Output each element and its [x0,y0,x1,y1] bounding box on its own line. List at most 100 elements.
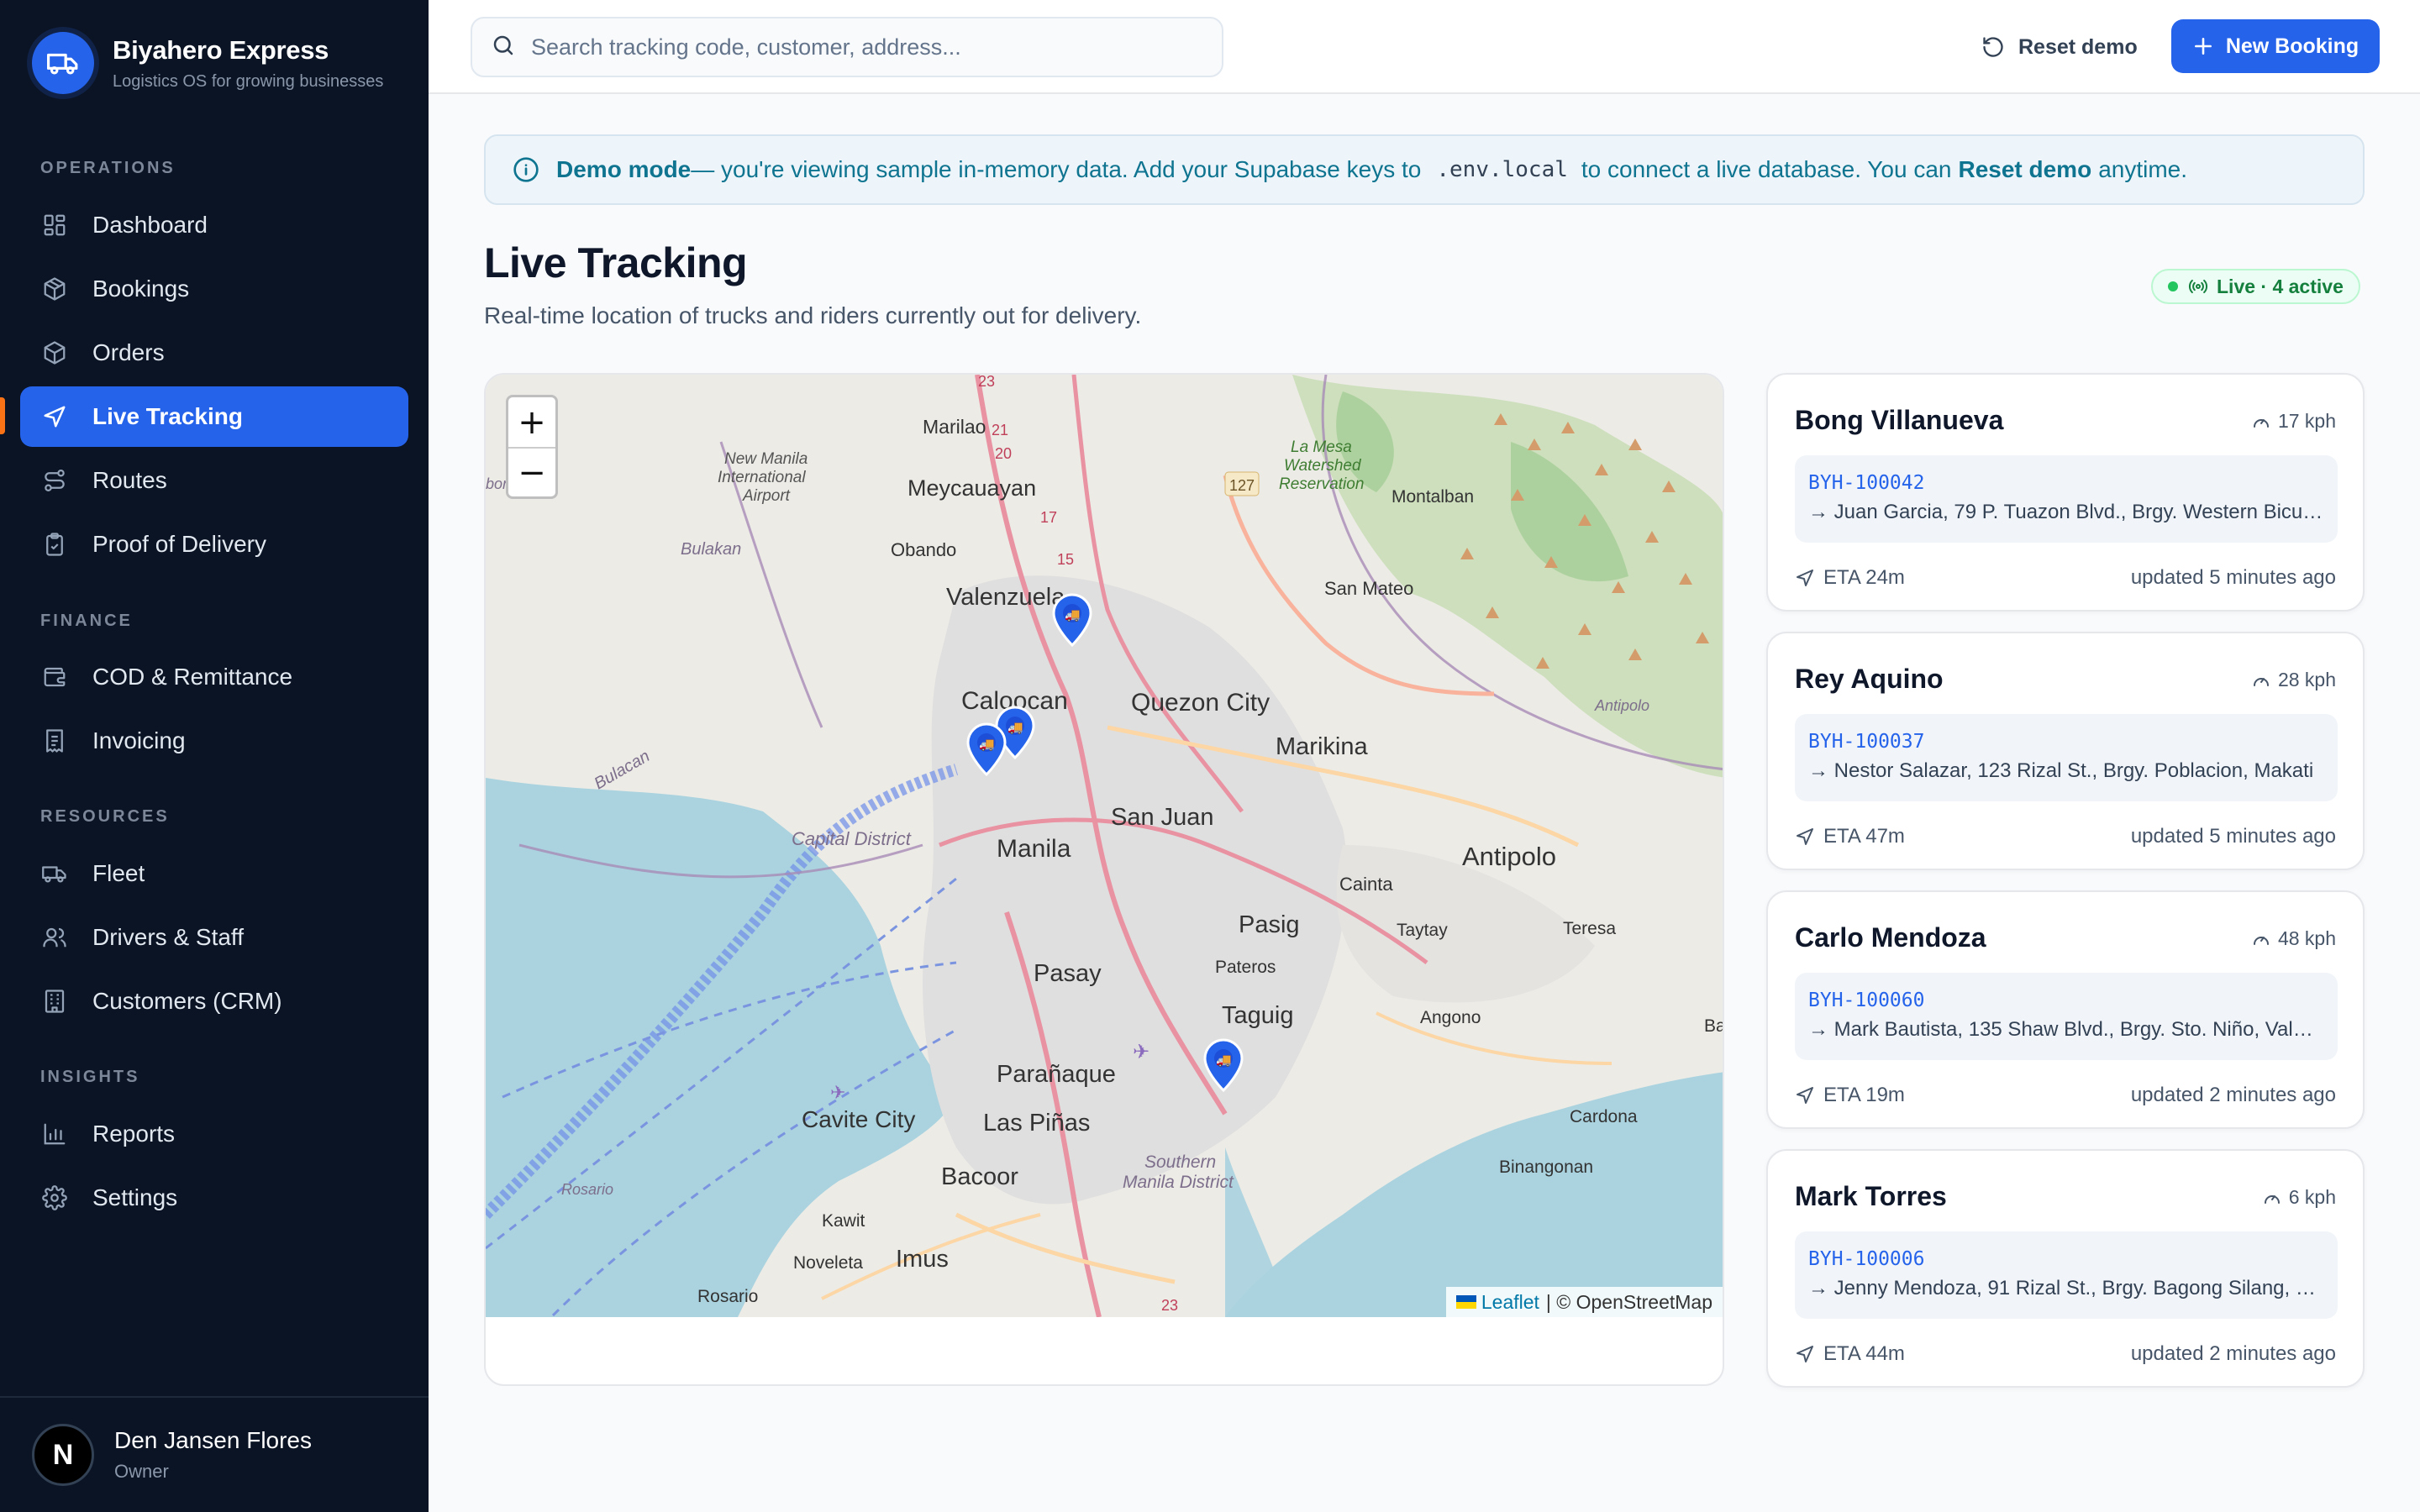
banner-text-1: — you're viewing sample in-memory data. … [691,156,1422,182]
sidebar-item-dashboard[interactable]: Dashboard [20,195,408,255]
eta: ETA 44m [1795,1342,1905,1366]
driver-card[interactable]: Carlo Mendoza 48 kph BYH-100060 → Mark B… [1766,890,2365,1129]
svg-text:Antipolo: Antipolo [1594,697,1649,714]
sidebar-item-label: Reports [92,1121,176,1147]
sidebar-item-reports[interactable]: Reports [20,1104,408,1164]
live-dot [2168,281,2178,291]
reset-demo-button[interactable]: Reset demo [1981,22,2138,72]
svg-text:San Mateo: San Mateo [1324,578,1413,599]
sidebar-item-label: COD & Remittance [92,664,293,690]
sidebar-item-fleet[interactable]: Fleet [20,843,408,904]
sidebar-item-orders[interactable]: Orders [20,323,408,383]
leaflet-link[interactable]: Leaflet [1481,1291,1539,1314]
eta: ETA 19m [1795,1084,1905,1107]
sidebar-item-label: Customers (CRM) [92,988,282,1014]
wallet-icon [40,663,69,691]
svg-text:San Juan: San Juan [1111,804,1214,831]
navigation-icon [1797,1087,1813,1104]
svg-text:Capital District: Capital District [792,828,912,849]
banner-text-2: to connect a live database. You can [1581,156,1952,182]
grid-icon [40,211,69,239]
sidebar-item-drivers-staff[interactable]: Drivers & Staff [20,907,408,968]
svg-text:🚚: 🚚 [979,738,995,752]
avatar: N [32,1424,94,1486]
tracking-code[interactable]: BYH-100037 [1808,731,2324,753]
truck-icon [40,859,69,888]
banner-code: .env.local [1436,157,1568,182]
gear-icon [40,1184,69,1212]
map-card: 23 21 20 15 17 23 127 Marilao Meycauayan Oba… [484,373,1724,1386]
sidebar-item-proof-of-delivery[interactable]: Proof of Delivery [20,514,408,575]
last-updated: updated 2 minutes ago [2130,1084,2336,1106]
last-updated: updated 2 minutes ago [2130,1342,2336,1365]
svg-text:Angono: Angono [1420,1008,1481,1027]
sidebar-item-label: Proof of Delivery [92,531,266,557]
zoom-out-button[interactable]: − [508,447,555,496]
banner-reset-link[interactable]: Reset demo [1958,156,2091,183]
sidebar-item-label: Fleet [92,860,145,886]
svg-text:Rosario: Rosario [561,1181,613,1198]
svg-text:17: 17 [1040,509,1057,526]
nav-section-finance: FINANCE [40,612,133,630]
svg-text:20: 20 [995,445,1012,462]
tracking-code[interactable]: BYH-100060 [1808,990,2324,1011]
brand-name: Biyahero Express [113,34,329,65]
zoom-in-button[interactable]: + [508,397,555,447]
tracking-map[interactable]: 23 21 20 15 17 23 127 Marilao Meycauayan Oba… [486,375,1724,1317]
search-icon [491,33,516,62]
plus-icon [2194,38,2212,55]
last-updated: updated 5 minutes ago [2130,825,2336,848]
brand-tagline: Logistics OS for growing businesses [113,71,384,91]
search-box[interactable] [471,17,1223,77]
svg-text:Taguig: Taguig [1222,1002,1293,1029]
svg-text:Antipolo: Antipolo [1462,842,1556,871]
svg-text:Airport: Airport [742,487,791,505]
sidebar-item-invoicing[interactable]: Invoicing [20,711,408,771]
svg-text:Teresa: Teresa [1563,919,1616,938]
search-input[interactable] [531,34,1186,60]
svg-text:Montalban: Montalban [1392,487,1474,507]
page-subtitle: Real-time location of trucks and riders … [484,302,1142,328]
brand[interactable]: Biyahero Express Logistics OS for growin… [32,32,383,94]
svg-text:Valenzuela: Valenzuela [946,584,1065,611]
svg-text:International: International [718,469,806,486]
destination: → Jenny Mendoza, 91 Rizal St., Brgy. Bag… [1808,1277,2324,1299]
attribution-text: | © OpenStreetMap [1545,1290,1712,1313]
sidebar-item-customers-crm[interactable]: Customers (CRM) [20,971,408,1032]
svg-text:Cavite City: Cavite City [802,1106,915,1132]
navigation-icon [1797,570,1813,586]
user-profile[interactable]: N Den Jansen Flores Owner [0,1396,429,1512]
svg-text:23: 23 [1161,1297,1178,1314]
svg-text:Las Piñas: Las Piñas [983,1110,1090,1137]
user-name: Den Jansen Flores [114,1427,313,1453]
driver-speed: 6 kph [2262,1186,2336,1209]
reset-demo-label: Reset demo [2018,34,2138,59]
clipboard-check-icon [40,530,69,559]
driver-card[interactable]: Bong Villanueva 17 kph BYH-100042 → Juan… [1766,373,2365,612]
driver-name: Rey Aquino [1795,664,1944,694]
driver-card[interactable]: Rey Aquino 28 kph BYH-100037 → Nestor Sa… [1766,632,2365,870]
banner-text-3: anytime. [2098,156,2188,182]
driver-card[interactable]: Mark Torres 6 kph BYH-100006 → Jenny Men… [1766,1149,2365,1388]
user-role: Owner [114,1461,169,1482]
sidebar-item-routes[interactable]: Routes [20,450,408,511]
tracking-code[interactable]: BYH-100006 [1808,1248,2324,1270]
svg-text:Marikina: Marikina [1276,733,1368,760]
svg-text:Imus: Imus [896,1246,949,1273]
svg-text:Cainta: Cainta [1339,874,1393,895]
tracking-code[interactable]: BYH-100042 [1808,472,2324,494]
navigation-icon [1797,828,1813,845]
live-badge-label: Live · 4 active [2217,275,2344,297]
sidebar-item-bookings[interactable]: Bookings [20,259,408,319]
sidebar-item-label: Bookings [92,276,190,302]
sidebar-item-settings[interactable]: Settings [20,1168,408,1228]
sidebar-item-cod-remittance[interactable]: COD & Remittance [20,647,408,707]
sidebar-item-live-tracking[interactable]: Live Tracking [20,386,408,447]
driver-speed: 28 kph [2251,669,2336,691]
info-icon [513,156,539,183]
svg-text:Quezon City: Quezon City [1131,689,1270,717]
nav-section-operations: OPERATIONS [40,159,176,177]
new-booking-button[interactable]: New Booking [2171,19,2380,73]
nav-section-resources: RESOURCES [40,807,170,826]
svg-text:Bulakan: Bulakan [681,540,741,559]
